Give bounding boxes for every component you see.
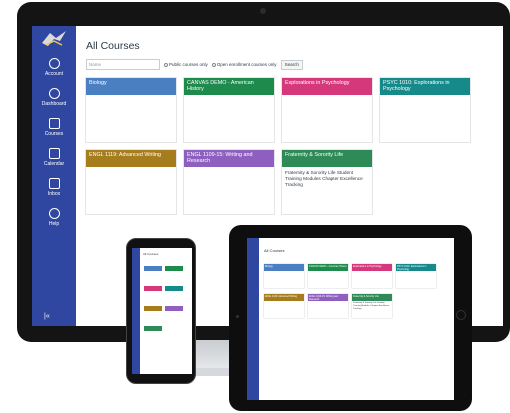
nav-account[interactable]: Account	[32, 52, 76, 82]
tablet-course-body: Fraternity & Sorority Life Student Train…	[353, 302, 390, 310]
course-card-header[interactable]: ENGL 1119: Advanced Writing	[86, 150, 176, 167]
search-button[interactable]: Search	[280, 59, 303, 70]
course-card-body	[86, 167, 176, 173]
phone-page-title: All Courses	[143, 252, 159, 256]
course-filter-row: Name Public courses only Open enrollment…	[86, 59, 496, 70]
nav-inbox-label: Inbox	[47, 190, 61, 197]
nav-calendar[interactable]: Calendar	[32, 142, 76, 172]
course-card-body: Fraternity & Sorority Life Student Train…	[285, 170, 363, 188]
course-card[interactable]: Explorations in Psychology	[282, 78, 372, 142]
tablet-course-card[interactable]: PSYC 1010: Explorations in Psychology	[396, 264, 436, 288]
calendar-icon	[48, 147, 60, 159]
nav-dashboard-label: Dashboard	[41, 100, 67, 107]
course-card-header[interactable]: Biology	[86, 78, 176, 95]
tablet-screen: All Courses Biology CANVAS DEMO - Americ…	[247, 238, 454, 400]
tablet-course-header[interactable]: CANVAS DEMO - American History	[308, 264, 348, 271]
phone-course-card[interactable]	[144, 266, 162, 271]
public-courses-filter[interactable]: Public courses only	[164, 62, 208, 67]
tablet-camera	[236, 315, 239, 318]
course-card-header[interactable]: ENGL 1109-15: Writing and Research	[184, 150, 274, 167]
nav-inbox[interactable]: Inbox	[32, 172, 76, 202]
course-card-header[interactable]: PSYC 1010: Explorations in Psychology	[380, 78, 470, 95]
tablet-course-card[interactable]: Fraternity & Sorority Life Fraternity & …	[352, 294, 392, 318]
tablet-course-card[interactable]: ENGL 1119: Advanced Writing	[264, 294, 304, 318]
search-input[interactable]: Name	[86, 59, 160, 70]
course-card[interactable]: Fraternity & Sorority Life Fraternity & …	[282, 150, 372, 214]
main-content: All Courses Name Public courses only Ope…	[86, 40, 496, 214]
phone-course-card[interactable]	[165, 266, 183, 271]
course-card[interactable]: Biology	[86, 78, 176, 142]
course-card-header[interactable]: Explorations in Psychology	[282, 78, 372, 95]
tablet-course-card[interactable]: ENGL 1109-15: Writing and Research	[308, 294, 348, 318]
inbox-icon	[48, 177, 60, 189]
courses-icon	[48, 117, 60, 129]
collapse-nav-button[interactable]: |«	[44, 313, 50, 320]
course-card[interactable]: CANVAS DEMO - American History	[184, 78, 274, 142]
course-card[interactable]: ENGL 1109-15: Writing and Research	[184, 150, 274, 214]
tablet-course-header[interactable]: ENGL 1109-15: Writing and Research	[308, 294, 348, 301]
phone-course-card[interactable]	[144, 286, 162, 291]
open-enrollment-filter[interactable]: Open enrollment courses only	[211, 62, 277, 67]
open-enrollment-label: Open enrollment courses only	[216, 62, 277, 67]
page-title: All Courses	[86, 40, 140, 52]
school-logo-icon[interactable]	[32, 26, 76, 52]
phone-course-card[interactable]	[144, 326, 162, 331]
device-mockup-scene: Account Dashboard Courses Calendar Inbox	[0, 0, 510, 413]
course-card-body	[86, 95, 176, 101]
tablet-course-header[interactable]: PSYC 1010: Explorations in Psychology	[396, 264, 436, 271]
course-card-body	[380, 95, 470, 101]
nav-calendar-label: Calendar	[43, 160, 65, 167]
course-card[interactable]: PSYC 1010: Explorations in Psychology	[380, 78, 470, 142]
nav-courses-label: Courses	[44, 130, 64, 137]
tablet-navigation	[247, 238, 259, 400]
course-card-header[interactable]: Fraternity & Sorority Life	[282, 150, 372, 167]
tablet: All Courses Biology CANVAS DEMO - Americ…	[229, 225, 472, 411]
nav-account-label: Account	[44, 70, 64, 77]
course-card[interactable]: ENGL 1119: Advanced Writing	[86, 150, 176, 214]
smartphone: All Courses	[126, 238, 196, 384]
account-icon	[48, 57, 60, 69]
course-card-header[interactable]: CANVAS DEMO - American History	[184, 78, 274, 95]
nav-dashboard[interactable]: Dashboard	[32, 82, 76, 112]
tablet-course-header[interactable]: Biology	[264, 264, 304, 271]
webcam-dot	[260, 8, 266, 14]
phone-navigation	[132, 248, 140, 374]
tablet-course-card[interactable]: Explorations in Psychology	[352, 264, 392, 288]
tablet-course-header[interactable]: Fraternity & Sorority Life	[352, 294, 392, 301]
global-navigation: Account Dashboard Courses Calendar Inbox	[32, 26, 76, 326]
public-courses-label: Public courses only	[169, 62, 208, 67]
phone-course-card[interactable]	[165, 286, 183, 291]
tablet-course-header[interactable]: ENGL 1119: Advanced Writing	[264, 294, 304, 301]
phone-screen: All Courses	[132, 248, 192, 374]
nav-courses[interactable]: Courses	[32, 112, 76, 142]
phone-course-card[interactable]	[165, 306, 183, 311]
tablet-course-header[interactable]: Explorations in Psychology	[352, 264, 392, 271]
dashboard-icon	[48, 87, 60, 99]
course-card-body	[184, 95, 274, 101]
tablet-home-button	[456, 310, 466, 320]
tablet-course-card[interactable]: CANVAS DEMO - American History	[308, 264, 348, 288]
help-icon	[48, 207, 60, 219]
nav-help-label: Help	[48, 220, 60, 227]
public-courses-radio[interactable]	[164, 62, 168, 67]
tablet-course-card[interactable]: Biology	[264, 264, 304, 288]
phone-course-card[interactable]	[144, 306, 162, 311]
course-card-body	[282, 95, 372, 101]
open-enrollment-radio[interactable]	[211, 62, 216, 67]
nav-help[interactable]: Help	[32, 202, 76, 232]
tablet-page-title: All Courses	[264, 248, 285, 253]
course-card-body	[184, 167, 274, 173]
